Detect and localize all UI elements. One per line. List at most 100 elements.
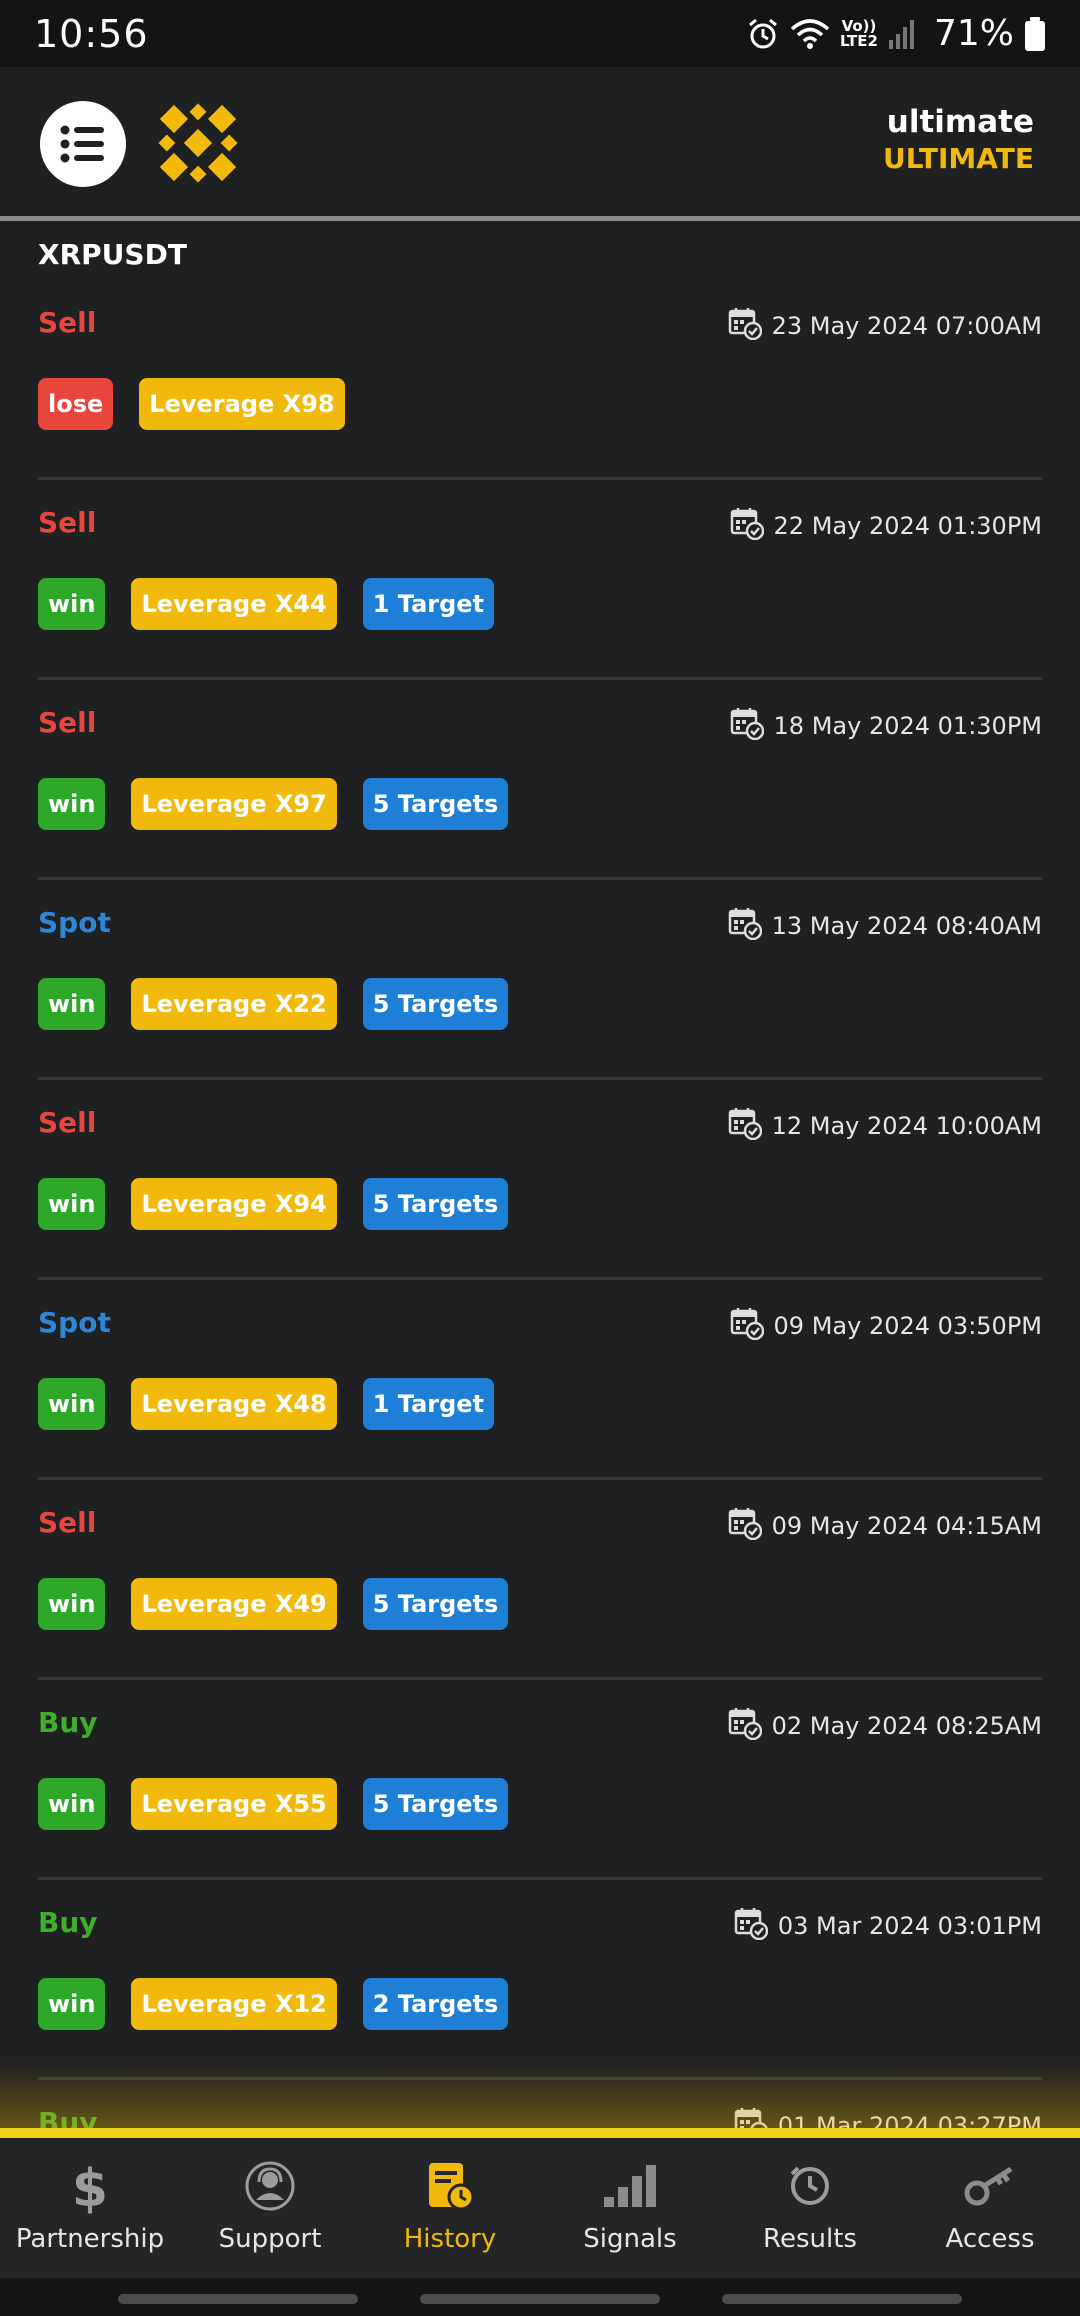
signal-badges: win Leverage X48 1 Target [38,1378,495,1430]
signal-date: 03 Mar 2024 03:01PM [734,1906,1042,1946]
signal-badges: win Leverage X44 1 Target [38,578,495,630]
history-entry[interactable]: Sell 22 May 2024 01:30PM win Leverage X44 1 … [38,480,1042,680]
header-divider [0,216,1080,221]
history-entry[interactable]: Buy 03 Mar 2024 03:01PM win Leverage X12 2 T… [38,1880,1042,2080]
signal-date: 18 May 2024 01:30PM [730,706,1042,746]
nav-label: Support [218,2224,322,2254]
leverage-badge: Leverage X97 [131,778,337,830]
gesture-pill-center[interactable] [420,2294,660,2304]
history-entry[interactable]: Spot 13 May 2024 08:40AM win Leverage X22 5 … [38,880,1042,1080]
leverage-badge: Leverage X55 [131,1778,337,1830]
result-badge: win [38,1778,106,1830]
history-entry[interactable]: Buy 02 May 2024 08:25AM win Leverage X55 5 T… [38,1680,1042,1880]
brand-name: ultimate ULTIMATE [883,103,1034,177]
history-entry[interactable]: Sell 09 May 2024 04:15AM win Leverage X49 5 … [38,1480,1042,1680]
result-badge: lose [38,378,114,430]
signal-type: Buy [38,1906,98,1939]
signal-date: 13 May 2024 08:40AM [728,906,1042,946]
result-badge: win [38,1378,106,1430]
nav-item-partnership[interactable]: $ Partnership [0,2138,180,2278]
history-list[interactable]: Sell 23 May 2024 07:00AM lose Leverage X98 S… [38,280,1042,2280]
leverage-badge: Leverage X98 [139,378,345,430]
signal-type: Spot [38,1306,111,1339]
leverage-badge: Leverage X44 [131,578,337,630]
history-entry[interactable]: Spot 09 May 2024 03:50PM win Leverage X48 1 … [38,1280,1042,1480]
signal-type: Sell [38,706,97,739]
signal-date-text: 23 May 2024 07:00AM [771,312,1042,340]
nav-item-results[interactable]: Results [720,2138,900,2278]
signal-date-text: 09 May 2024 04:15AM [771,1512,1042,1540]
calendar-check-icon [728,306,762,346]
network-label: Vo)) LTE2 [839,16,878,50]
nav-item-history[interactable]: History [360,2138,540,2278]
cell-signal-icon [888,19,914,49]
history-entry[interactable]: Sell 23 May 2024 07:00AM lose Leverage X98 [38,280,1042,480]
signal-date: 02 May 2024 08:25AM [728,1706,1042,1746]
signal-type: Sell [38,306,97,339]
signal-badges: lose Leverage X98 [38,378,345,430]
calendar-check-icon [734,1906,769,1946]
menu-button[interactable] [40,101,126,187]
leverage-badge: Leverage X48 [131,1378,337,1430]
wifi-icon [790,18,830,49]
history-entry[interactable]: Sell 12 May 2024 10:00AM win Leverage X94 5 … [38,1080,1042,1280]
result-badge: win [38,578,106,630]
signal-date-text: 13 May 2024 08:40AM [771,912,1042,940]
targets-badge: 5 Targets [362,1178,509,1230]
gesture-pill-right[interactable] [722,2294,962,2304]
signal-badges: win Leverage X49 5 Targets [38,1578,509,1630]
signal-date: 22 May 2024 01:30PM [730,506,1042,546]
nav-label: Signals [583,2224,677,2254]
status-icons: Vo)) LTE2 71% [746,13,1046,54]
dollar-icon: $ [60,2158,120,2214]
signal-date: 09 May 2024 03:50PM [730,1306,1042,1346]
key-icon [960,2158,1020,2214]
signal-date: 12 May 2024 10:00AM [728,1106,1042,1146]
result-badge: win [38,778,106,830]
targets-badge: 5 Targets [362,1778,509,1830]
targets-badge: 5 Targets [362,778,509,830]
alarm-icon [749,18,777,48]
signal-date: 23 May 2024 07:00AM [728,306,1042,346]
nav-label: History [403,2224,497,2254]
nav-item-access[interactable]: Access [900,2138,1080,2278]
targets-badge: 1 Target [362,578,495,630]
nav-glow [0,2060,1080,2130]
app-header: ultimate ULTIMATE [0,67,1080,217]
calendar-check-icon [728,1506,762,1546]
signal-type: Buy [38,1706,98,1739]
signal-type: Sell [38,1106,97,1139]
signal-date-text: 02 May 2024 08:25AM [771,1712,1042,1740]
history-icon [420,2158,480,2214]
leverage-badge: Leverage X94 [131,1178,337,1230]
leverage-badge: Leverage X12 [131,1978,337,2030]
result-badge: win [38,978,106,1030]
nav-item-signals[interactable]: Signals [540,2138,720,2278]
signal-bars-icon [600,2158,660,2214]
battery-percent: 71% [933,13,1014,54]
signal-date: 09 May 2024 04:15AM [728,1506,1042,1546]
brand-title: ultimate [886,104,1034,140]
support-agent-icon [240,2158,300,2214]
signal-badges: win Leverage X12 2 Targets [38,1978,509,2030]
nav-item-support[interactable]: Support [180,2138,360,2278]
leverage-badge: Leverage X49 [131,1578,337,1630]
bottom-navigation: $ Partnership Support History Signals Results… [0,2128,1080,2278]
targets-badge: 2 Targets [362,1978,509,2030]
gesture-pill-left[interactable] [118,2294,358,2304]
history-entry[interactable]: Sell 18 May 2024 01:30PM win Leverage X97 5 … [38,680,1042,880]
status-bar: 10:56 Vo)) LTE2 71% [0,0,1080,67]
signal-type: Sell [38,506,97,539]
signal-badges: win Leverage X97 5 Targets [38,778,509,830]
brand-subtitle: ULTIMATE [882,142,1034,175]
result-badge: win [38,1178,106,1230]
targets-badge: 5 Targets [362,978,509,1030]
calendar-check-icon [728,1706,762,1746]
signal-type: Sell [38,1506,97,1539]
status-time: 10:56 [34,11,149,56]
signal-date-text: 18 May 2024 01:30PM [773,712,1042,740]
signal-badges: win Leverage X55 5 Targets [38,1778,509,1830]
signal-badges: win Leverage X94 5 Targets [38,1178,509,1230]
result-badge: win [38,1578,106,1630]
brand-logo-icon [158,103,238,183]
